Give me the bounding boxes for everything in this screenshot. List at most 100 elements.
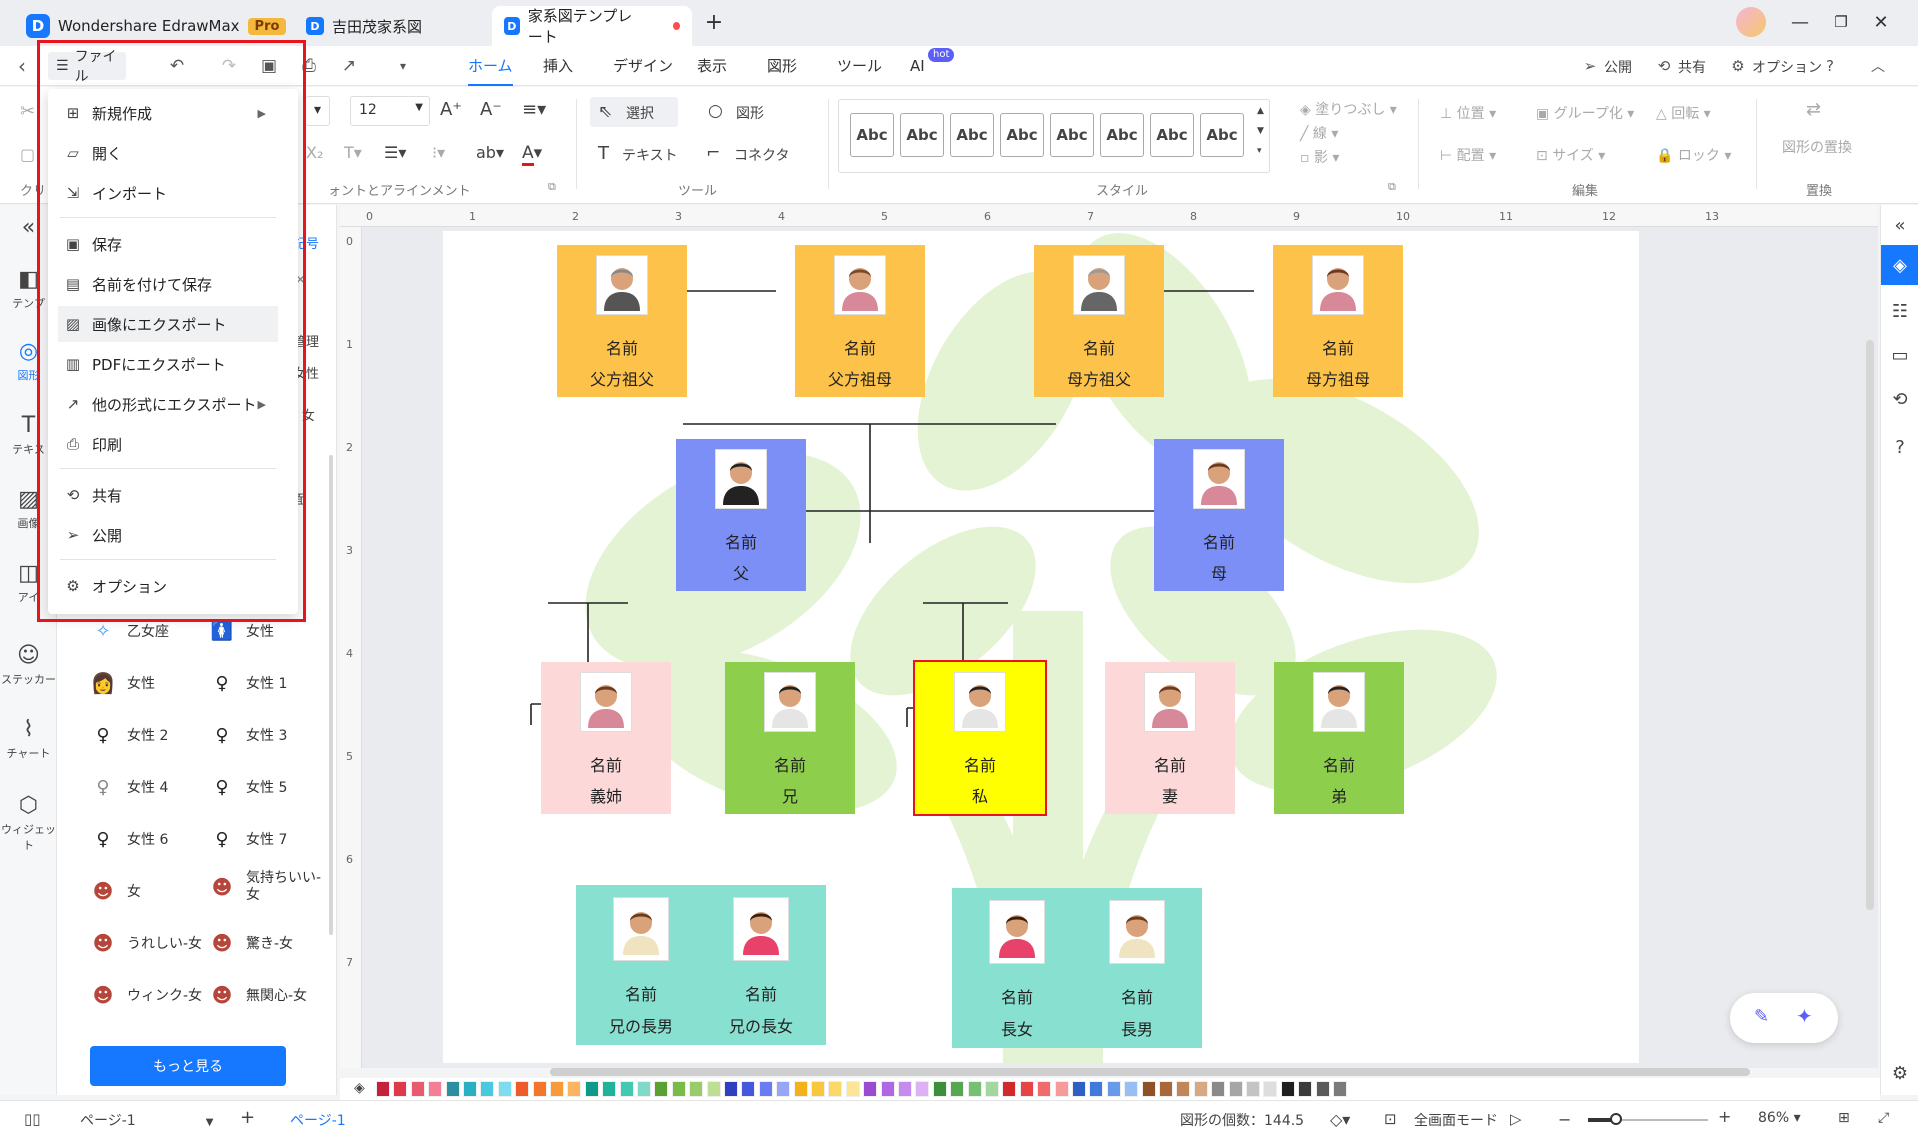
copy-icon[interactable]: ▢ <box>20 145 35 164</box>
drawing-page[interactable]: 名前 父方祖父 名前 父方祖母 名前 母方祖父 名前 母方祖母 名前父名前母名前 義姉 名前兄名前私… <box>443 231 1639 1063</box>
line-spacing-icon[interactable]: ☰▾ <box>384 143 406 162</box>
rail-charts[interactable]: ⌇ チャート <box>0 717 57 761</box>
style-sample-6[interactable]: Abc <box>1100 113 1144 157</box>
color-swatch[interactable] <box>1263 1081 1278 1097</box>
color-swatch[interactable] <box>1298 1081 1313 1097</box>
color-swatch[interactable] <box>741 1081 756 1097</box>
style-sample-8[interactable]: Abc <box>1200 113 1244 157</box>
menu-item-publish[interactable]: ➢ 公開 <box>58 517 278 553</box>
settings-icon[interactable]: ⚙ <box>1881 1053 1918 1093</box>
font-color-icon[interactable]: A▾ <box>522 143 542 166</box>
menu-item-save[interactable]: ▣ 保存 <box>58 226 278 262</box>
color-swatch[interactable] <box>1176 1081 1191 1097</box>
menu-item-export-other[interactable]: ↗ 他の形式にエクスポート ▶ <box>58 386 278 422</box>
share-button[interactable]: 共有 <box>1678 57 1706 77</box>
color-swatch[interactable] <box>1106 1081 1121 1097</box>
color-swatch[interactable] <box>1193 1081 1208 1097</box>
select-tool[interactable]: ⇖ 選択 <box>590 97 678 127</box>
color-swatch[interactable] <box>845 1081 860 1097</box>
color-swatch[interactable] <box>880 1081 895 1097</box>
restore-icon[interactable]: ❐ <box>1824 8 1858 36</box>
style-sample-2[interactable]: Abc <box>900 113 944 157</box>
library-item[interactable]: ☻ 驚き-女 <box>212 930 293 956</box>
color-swatch[interactable] <box>1037 1081 1052 1097</box>
fill-bucket-icon[interactable]: ◈ <box>354 1080 365 1096</box>
family-member-card[interactable]: 名前 母方祖母 <box>1273 245 1403 397</box>
gear-icon[interactable]: ⚙ <box>1728 56 1748 76</box>
color-swatch[interactable] <box>1333 1081 1347 1097</box>
family-member-card[interactable]: 名前 兄の長女 <box>696 885 826 1045</box>
undo-icon[interactable]: ↶ <box>166 56 188 76</box>
color-swatch[interactable] <box>1124 1081 1139 1097</box>
color-swatch[interactable] <box>376 1081 390 1097</box>
color-swatch[interactable] <box>863 1081 878 1097</box>
color-swatch[interactable] <box>828 1081 843 1097</box>
app-tab[interactable]: D Wondershare EdrawMax Pro <box>14 6 298 46</box>
color-swatch[interactable] <box>532 1081 547 1097</box>
color-swatch[interactable] <box>1246 1081 1260 1097</box>
color-swatch[interactable] <box>932 1081 947 1097</box>
font-size-dropdown[interactable]: 12 ▼ <box>350 96 430 126</box>
menu-item-import[interactable]: ⇲ インポート <box>58 175 278 211</box>
family-member-card[interactable]: 名前 父方祖父 <box>557 245 687 397</box>
group-button[interactable]: ▣ グループ化 ▾ <box>1536 103 1634 123</box>
menu-item-options[interactable]: ⚙ オプション <box>58 568 278 604</box>
lock-button[interactable]: 🔒 ロック ▾ <box>1656 145 1731 165</box>
tab-view[interactable]: 表示 <box>697 46 727 86</box>
family-member-card[interactable]: 名前 長男 <box>1072 888 1202 1048</box>
help-icon[interactable]: ? <box>1820 56 1840 76</box>
color-swatch[interactable] <box>1054 1081 1069 1097</box>
collapse-right-icon[interactable]: « <box>1881 205 1918 245</box>
fullscreen-icon[interactable]: ⊡ <box>1384 1110 1397 1128</box>
color-swatch[interactable] <box>1280 1081 1295 1097</box>
text-tool-label[interactable]: テキスト <box>622 145 678 165</box>
color-swatch[interactable] <box>915 1081 930 1097</box>
more-button[interactable]: もっと見る <box>90 1046 286 1086</box>
library-item[interactable]: ♀ 女性 1 <box>212 670 287 696</box>
ellipse-icon[interactable]: ○ <box>708 101 723 121</box>
tab-shape[interactable]: 図形 <box>767 46 797 86</box>
style-panel-icon[interactable]: ◈ <box>1881 245 1918 285</box>
zoom-slider[interactable] <box>1588 1113 1708 1125</box>
family-member-card[interactable]: 名前兄 <box>725 662 855 814</box>
page-panel-icon[interactable]: ☷ <box>1881 291 1918 331</box>
page-layout-icon[interactable]: ▯▯ <box>24 1110 41 1128</box>
color-swatch[interactable] <box>1019 1081 1034 1097</box>
replace-shape-icon[interactable]: ⇄ <box>1806 99 1821 120</box>
zoom-in-icon[interactable]: + <box>1718 1107 1731 1126</box>
zoom-level[interactable]: 86% ▾ <box>1758 1110 1801 1126</box>
menu-item-export-pdf[interactable]: ▥ PDFにエクスポート <box>58 346 278 382</box>
size-button[interactable]: ⊡ サイズ ▾ <box>1536 145 1605 165</box>
color-swatch[interactable] <box>567 1081 582 1097</box>
library-item[interactable]: ♀ 女性 3 <box>212 722 287 748</box>
color-swatch[interactable] <box>654 1081 669 1097</box>
family-member-card[interactable]: 名前 兄の長男 <box>576 885 706 1045</box>
page-tab[interactable]: ページ-1 <box>290 1110 346 1130</box>
gallery-scroll-icon[interactable]: ▲ ▼ ▾ <box>1257 101 1264 161</box>
help-icon[interactable]: ? <box>1881 427 1918 467</box>
text-style-icon[interactable]: T▾ <box>344 143 362 162</box>
color-swatch[interactable] <box>497 1081 512 1097</box>
redo-icon[interactable]: ↷ <box>218 56 240 76</box>
file-menu-button[interactable]: ☰ ファイル <box>48 49 126 85</box>
publish-button[interactable]: 公開 <box>1604 57 1632 77</box>
color-swatch[interactable] <box>619 1081 634 1097</box>
customize-icon[interactable]: ▾ <box>392 56 414 76</box>
connector-icon[interactable]: ⌐ <box>706 143 720 163</box>
color-swatch[interactable] <box>950 1081 965 1097</box>
color-swatch[interactable] <box>602 1081 617 1097</box>
color-swatch[interactable] <box>410 1081 425 1097</box>
presentation-icon[interactable]: ▭ <box>1881 335 1918 375</box>
add-page-icon[interactable]: + <box>240 1107 255 1128</box>
color-swatch[interactable] <box>1315 1081 1330 1097</box>
share-icon[interactable]: ⟲ <box>1654 56 1674 76</box>
library-item[interactable]: 👩 女性 <box>91 670 155 696</box>
color-swatch[interactable] <box>515 1081 530 1097</box>
zoom-out-icon[interactable]: − <box>1558 1110 1571 1129</box>
text-case-icon[interactable]: ab▾ <box>476 143 504 162</box>
options-button[interactable]: オプション <box>1752 57 1822 77</box>
color-swatch[interactable] <box>758 1081 773 1097</box>
menu-item-open[interactable]: ▱ 開く <box>58 135 278 171</box>
tab-tools[interactable]: ツール <box>837 46 882 86</box>
minimize-icon[interactable]: — <box>1783 8 1817 36</box>
